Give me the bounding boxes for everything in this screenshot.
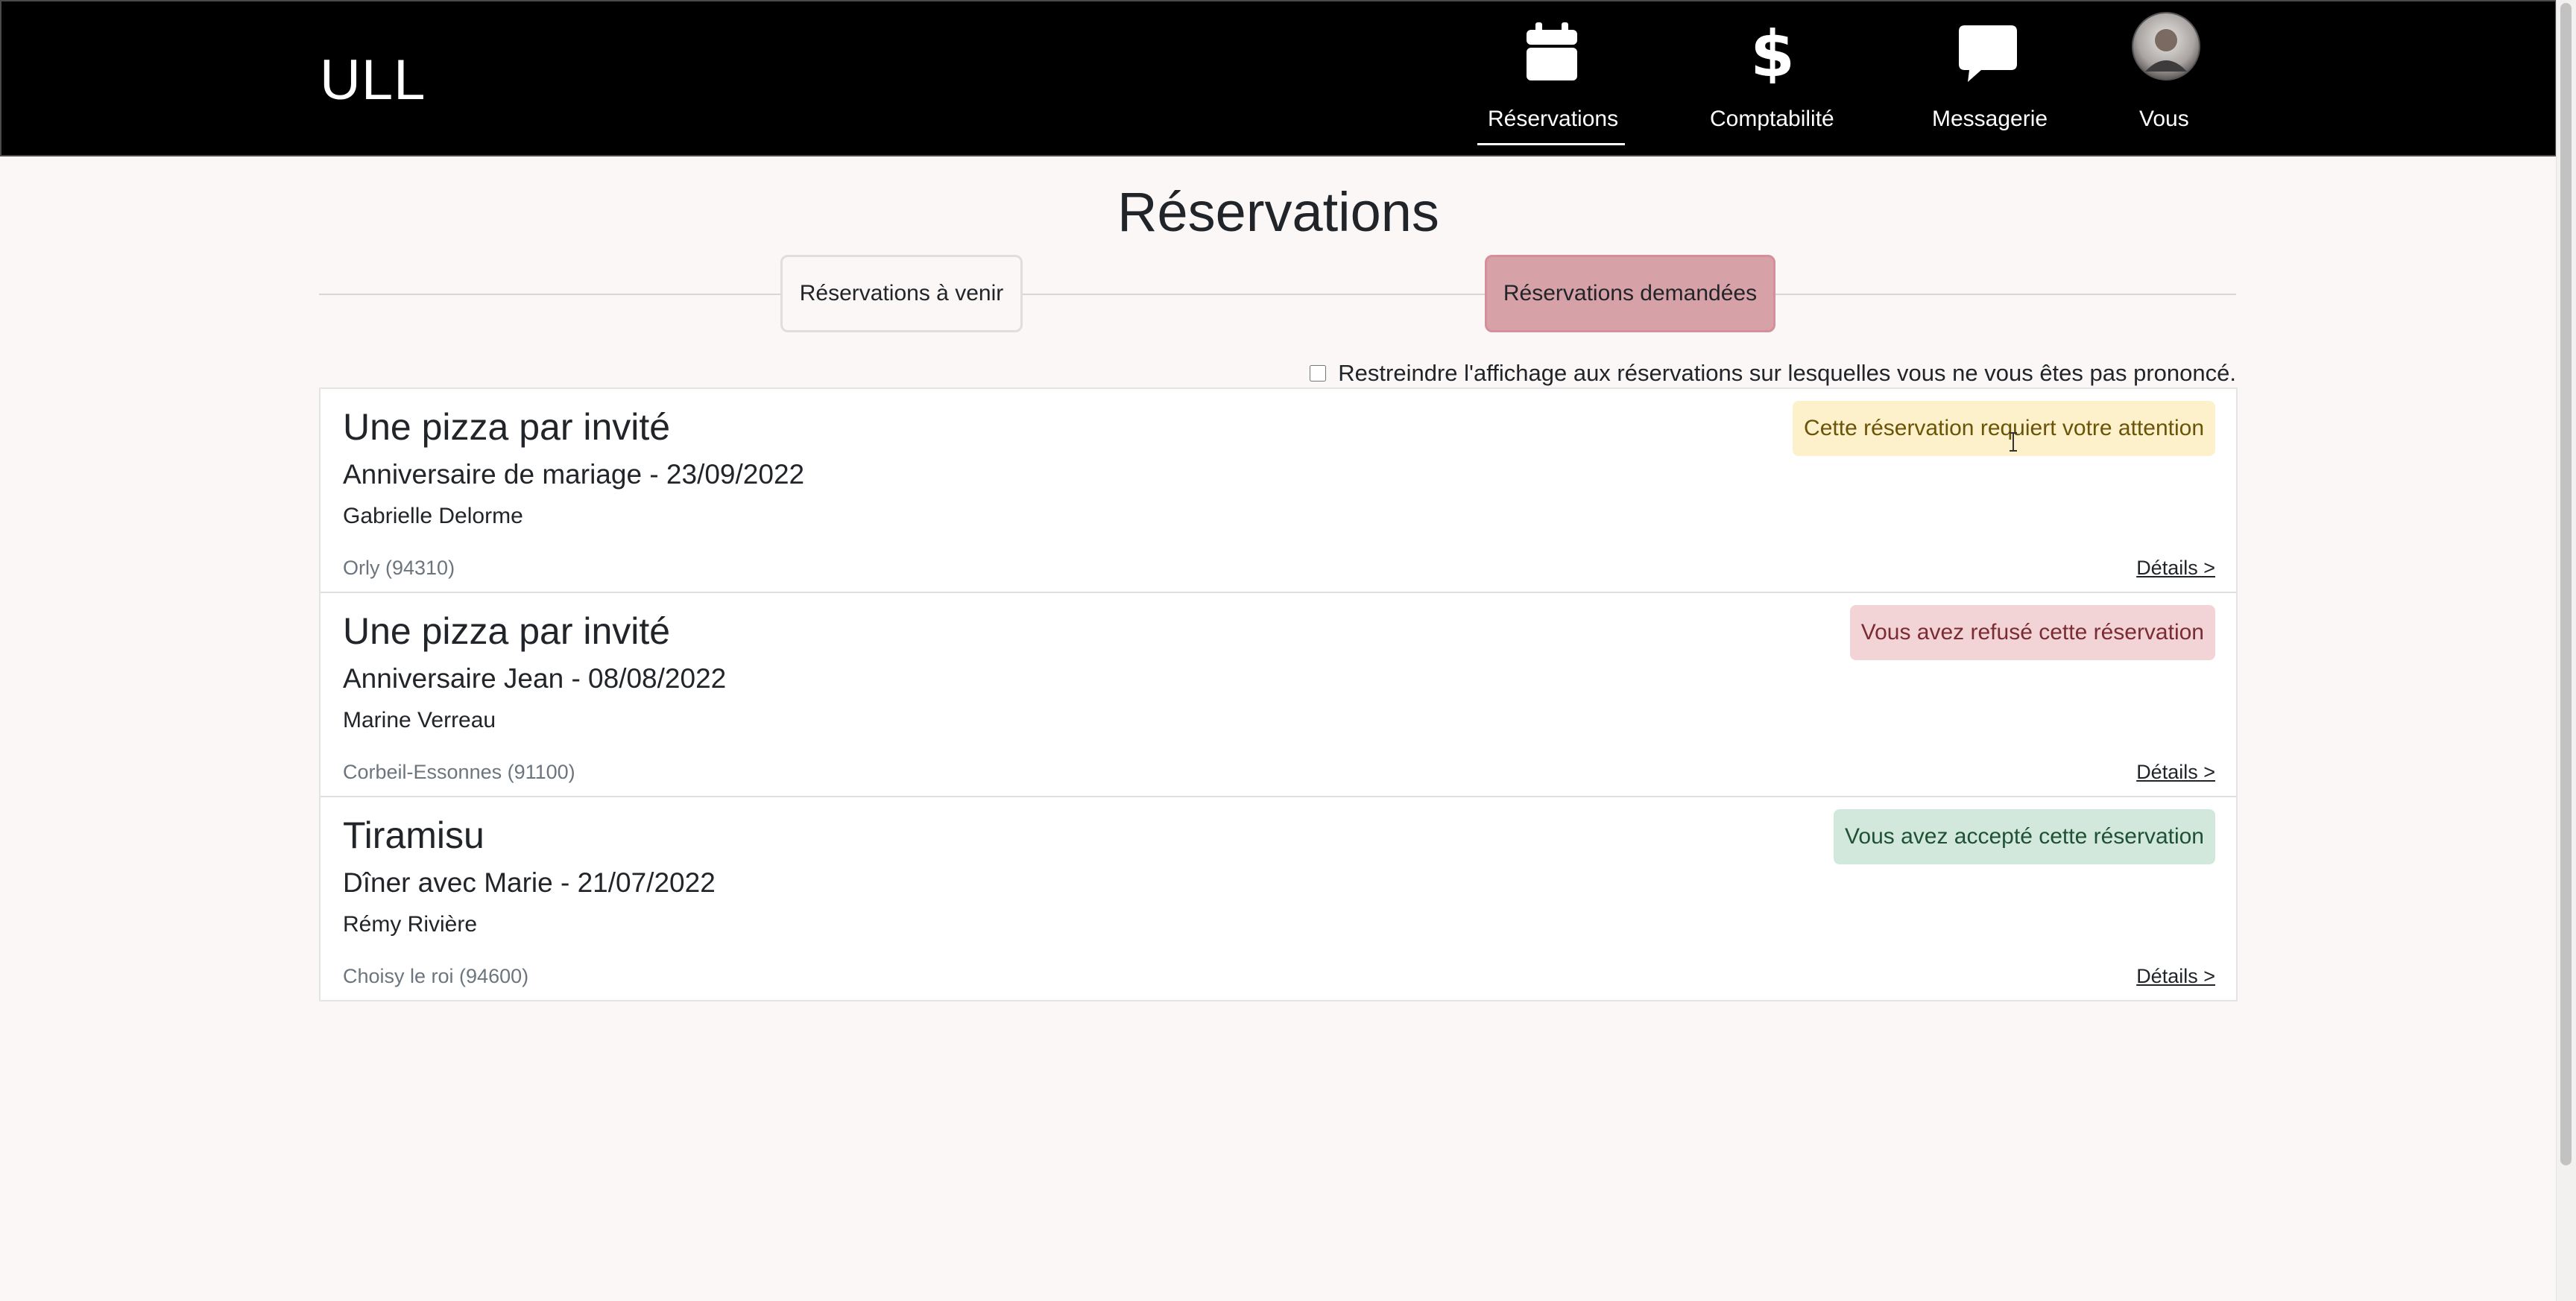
filter-row[interactable]: Restreindre l'affichage aux réservations… xyxy=(1310,358,2236,389)
avatar xyxy=(2132,12,2200,84)
reservation-location: Corbeil-Essonnes (91100) xyxy=(343,761,575,783)
top-navbar: ULL Réservations $ Comptabilité Messager xyxy=(0,0,2557,156)
tab-upcoming-reservations[interactable]: Réservations à venir xyxy=(780,255,1023,332)
status-badge: Cette réservation requiert votre attenti… xyxy=(1793,401,2215,456)
vertical-scrollbar[interactable] xyxy=(2556,0,2576,1301)
nav-item-vous[interactable]: Vous xyxy=(2126,1,2203,158)
nav-label-vous: Vous xyxy=(2139,107,2189,131)
svg-text:$: $ xyxy=(1753,21,1792,83)
calendar-icon xyxy=(1525,22,1579,86)
details-link[interactable]: Détails > xyxy=(2136,757,2215,787)
nav-label-comptabilite: Comptabilité xyxy=(1710,107,1834,131)
reservation-title: Une pizza par invité xyxy=(343,610,671,652)
reservation-event: Anniversaire Jean - 08/08/2022 xyxy=(343,663,727,694)
reservation-event: Dîner avec Marie - 21/07/2022 xyxy=(343,867,716,898)
nav-item-reservations[interactable]: Réservations xyxy=(1477,1,1626,158)
page-title: Réservations xyxy=(1117,181,1439,243)
brand-logo[interactable]: ULL xyxy=(320,49,426,112)
reservation-person: Rémy Rivière xyxy=(343,912,478,937)
tabs-divider xyxy=(319,294,2236,295)
nav-active-underline xyxy=(1477,143,1625,145)
reservation-location: Choisy le roi (94600) xyxy=(343,965,529,987)
reservation-event: Anniversaire de mariage - 23/09/2022 xyxy=(343,459,805,490)
dollar-icon: $ xyxy=(1750,17,1795,92)
filter-checkbox[interactable] xyxy=(1310,365,1327,382)
reservation-card: Une pizza par invité Anniversaire de mar… xyxy=(321,389,2236,593)
scrollbar-thumb[interactable] xyxy=(2560,3,2572,1165)
nav-label-messagerie: Messagerie xyxy=(1932,107,2048,131)
reservation-person: Marine Verreau xyxy=(343,708,496,732)
reservation-title: Une pizza par invité xyxy=(343,406,671,448)
reservation-card: Tiramisu Dîner avec Marie - 21/07/2022 R… xyxy=(321,797,2236,1000)
tab-requested-reservations[interactable]: Réservations demandées xyxy=(1485,255,1775,332)
filter-label: Restreindre l'affichage aux réservations… xyxy=(1338,360,2236,386)
nav-item-messagerie[interactable]: Messagerie xyxy=(1925,1,2051,158)
reservation-person: Gabrielle Delorme xyxy=(343,504,523,528)
reservation-location: Orly (94310) xyxy=(343,557,455,579)
reservation-card: Une pizza par invité Anniversaire Jean -… xyxy=(321,593,2236,797)
details-link[interactable]: Détails > xyxy=(2136,553,2215,583)
nav-item-comptabilite[interactable]: $ Comptabilité xyxy=(1701,1,1843,158)
status-badge: Vous avez refusé cette réservation xyxy=(1849,605,2215,660)
status-badge: Vous avez accepté cette réservation xyxy=(1834,809,2215,864)
nav-label-reservations: Réservations xyxy=(1488,107,1619,131)
chat-bubble-icon xyxy=(1959,25,2017,86)
details-link[interactable]: Détails > xyxy=(2136,961,2215,991)
reservation-title: Tiramisu xyxy=(343,814,484,856)
reservation-list: Une pizza par invité Anniversaire de mar… xyxy=(319,387,2238,1001)
text-cursor-icon xyxy=(2010,432,2017,452)
